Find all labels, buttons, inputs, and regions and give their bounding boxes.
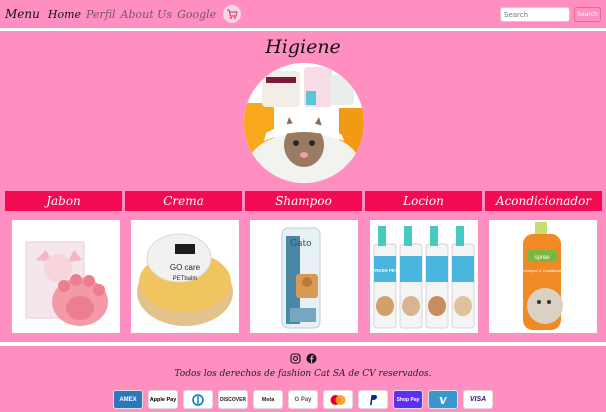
meta-pay-icon: Meta <box>253 390 283 409</box>
product-shampoo-image[interactable]: Gato <box>250 220 358 333</box>
brand-menu[interactable]: Menu <box>5 7 40 21</box>
visa-label: VISA <box>469 396 487 403</box>
hero-kitten-image <box>244 63 364 183</box>
product-crema-image[interactable]: GO care PETbalm <box>131 220 239 333</box>
product-jabon-image[interactable] <box>12 220 120 333</box>
nav-perfil-link[interactable]: Perfil <box>86 8 116 21</box>
crema-name-label: PETbalm <box>173 276 198 282</box>
search-button[interactable]: Search <box>574 7 601 22</box>
discover-icon: DISCOVER <box>218 390 248 409</box>
main-section: Higiene Jabon Crema Shampoo Locion Acond… <box>0 31 606 342</box>
visa-icon: VISA <box>463 390 493 409</box>
shop-pay-label: Shop Pay <box>396 396 420 403</box>
page-title: Higiene <box>265 36 341 58</box>
facebook-icon[interactable] <box>306 349 317 368</box>
category-jabon[interactable]: Jabon <box>5 191 122 211</box>
instagram-icon[interactable] <box>290 349 301 368</box>
acond-name-label: Shampoo & Conditioner <box>521 268 564 273</box>
nav-home-link[interactable]: Home <box>48 8 81 21</box>
product-grid: GO care PETbalm Gato FRESH PET spree Sha… <box>12 220 597 333</box>
gpay-label: G Pay <box>294 396 312 403</box>
crema-brand-label: GO care <box>170 263 201 272</box>
category-shampoo[interactable]: Shampoo <box>245 191 362 211</box>
apple-pay-icon: Apple Pay <box>148 390 178 409</box>
navbar: Menu Home Perfil About Us Google Search <box>0 0 606 28</box>
apple-pay-label: Apple Pay <box>149 396 177 403</box>
venmo-icon <box>428 390 458 409</box>
search-form: Search <box>500 7 601 22</box>
category-locion[interactable]: Locion <box>365 191 482 211</box>
amex-label: AMEX <box>119 396 137 403</box>
shampoo-brand-label: Gato <box>290 239 312 249</box>
locion-brand-label: FRESH PET <box>372 268 398 273</box>
copyright-text: Todos los derechos de fashion Cat SA de … <box>174 369 432 379</box>
amex-icon: AMEX <box>113 390 143 409</box>
category-bar: Jabon Crema Shampoo Locion Acondicionado… <box>5 191 602 211</box>
category-crema[interactable]: Crema <box>125 191 242 211</box>
search-input[interactable] <box>500 7 570 22</box>
paypal-icon <box>358 390 388 409</box>
acond-brand-label: spree <box>534 255 550 261</box>
product-locion-image[interactable]: FRESH PET <box>370 220 478 333</box>
meta-label: Meta <box>261 396 275 403</box>
diners-icon <box>183 390 213 409</box>
product-acondicionador-image[interactable]: spree Shampoo & Conditioner <box>489 220 597 333</box>
shop-pay-icon: Shop Pay <box>393 390 423 409</box>
mastercard-icon <box>323 390 353 409</box>
payment-methods: AMEX Apple Pay DISCOVER Meta G Pay Shop … <box>113 390 493 409</box>
nav-about-link[interactable]: About Us <box>121 8 173 21</box>
google-pay-icon: G Pay <box>288 390 318 409</box>
category-acondicionador[interactable]: Acondicionador <box>485 191 602 211</box>
cart-icon[interactable] <box>223 5 242 23</box>
social-links <box>290 349 317 368</box>
discover-label: DISCOVER <box>219 396 247 403</box>
nav-google-link[interactable]: Google <box>177 8 216 21</box>
footer: Todos los derechos de fashion Cat SA de … <box>0 346 606 412</box>
